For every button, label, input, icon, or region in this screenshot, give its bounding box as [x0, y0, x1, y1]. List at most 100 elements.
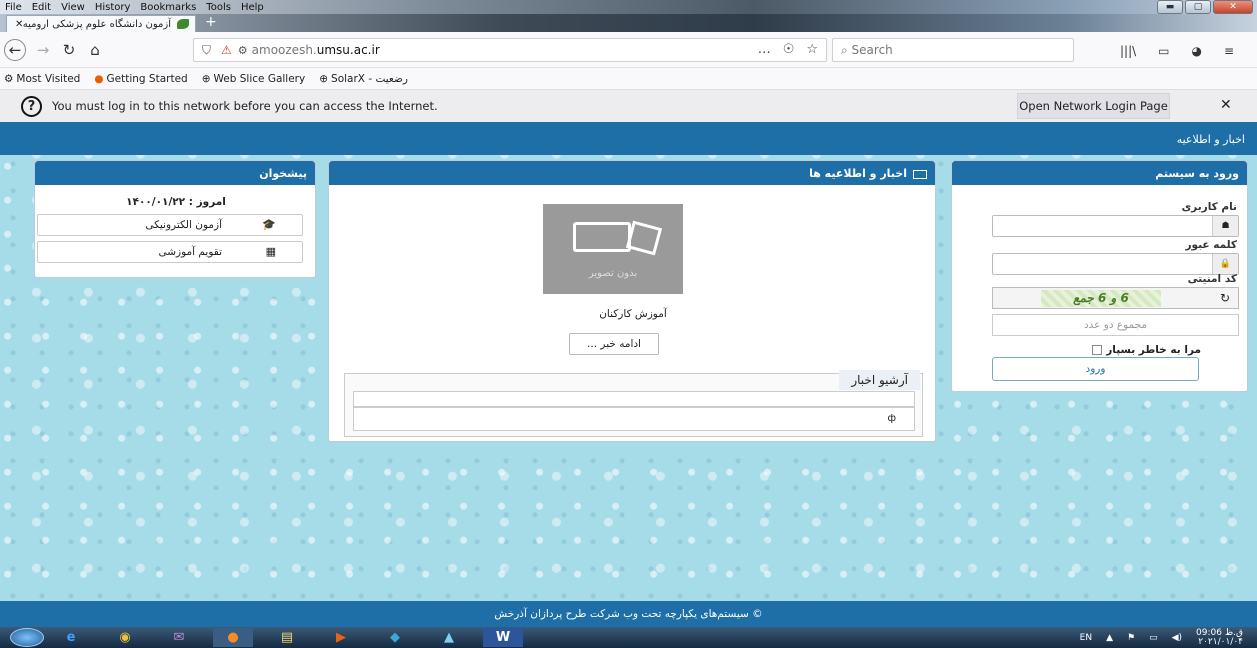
bookmark-star-icon[interactable]: ☆	[806, 42, 818, 57]
bookmarks-bar: ⚙ Most Visited ● Getting Started ⊕ Web Slic…	[0, 68, 1257, 90]
archive-row[interactable]: ф	[353, 407, 915, 431]
account-icon[interactable]: ◕	[1192, 44, 1202, 58]
url-text[interactable]: amoozesh.umsu.ac.ir	[252, 43, 380, 57]
close-window-button[interactable]: ✕	[1213, 0, 1253, 14]
toolbar-icons: |||\ ▭ ◕ ≡	[1120, 44, 1234, 58]
username-field[interactable]: ☗	[992, 215, 1239, 237]
checkbox-icon[interactable]	[1092, 345, 1103, 355]
show-hidden-icons-icon[interactable]: ▲	[1106, 633, 1113, 643]
window-controls: ▬ ▢ ✕	[1157, 0, 1253, 14]
notice-text: You must log in to this network before y…	[52, 99, 438, 113]
photos-icon[interactable]: ▲	[429, 628, 469, 647]
media-player-icon[interactable]: ▶	[321, 628, 361, 647]
clock-date: ۲۰۲۱/۰۱/۰۴	[1198, 637, 1243, 647]
username-label: نام کاربری	[1181, 201, 1237, 213]
start-button[interactable]	[10, 628, 44, 647]
menu-tools[interactable]: Tools	[201, 2, 236, 13]
hamburger-menu-icon[interactable]: ≡	[1224, 44, 1234, 58]
bookmark-getting-started[interactable]: ● Getting Started	[94, 73, 187, 85]
minimize-button[interactable]: ▬	[1157, 0, 1183, 14]
menu-help[interactable]: Help	[236, 2, 269, 13]
reload-button[interactable]: ↻	[58, 40, 80, 60]
tab-title: آزمون دانشگاه علوم پزشکی ارومیه	[22, 18, 171, 30]
bookmark-web-slice[interactable]: ⊕ Web Slice Gallery	[202, 73, 306, 85]
electronic-exam-label: آزمون الکترونیکی	[145, 219, 222, 231]
word-icon[interactable]: W	[483, 628, 523, 647]
academic-calendar-label: تقویم آموزشی	[158, 246, 223, 258]
news-panel: اخبار و اطلاعیه ها بدون تصویر آموزش کارک…	[328, 160, 936, 442]
remember-me-checkbox[interactable]: مرا به خاطر بسپار	[1092, 344, 1201, 356]
nav-news-link[interactable]: اخبار و اطلاعیه	[1177, 133, 1245, 146]
camera-icon	[573, 222, 631, 252]
url-actions: … ☉ ☆	[758, 42, 818, 57]
archive-header-row	[353, 391, 915, 407]
news-archive: آرشیو اخبار ф	[344, 370, 923, 437]
firefox-icon: ●	[94, 72, 104, 85]
globe-icon: ⊕	[201, 72, 211, 85]
favicon-icon	[177, 19, 189, 29]
bookmark-solarx[interactable]: ⊕ SolarX - رضعیت	[319, 73, 408, 85]
ie-icon[interactable]: e	[51, 628, 91, 647]
tab-close-icon[interactable]: ✕	[15, 19, 23, 30]
refresh-icon[interactable]: ↻	[1220, 291, 1230, 305]
browser-tab[interactable]: آزمون دانشگاه علوم پزشکی ارومیه ✕	[6, 15, 196, 32]
language-indicator[interactable]: EN	[1080, 633, 1092, 643]
network-icon[interactable]: ▭	[1149, 633, 1158, 643]
search-input[interactable]: ⌕ Search	[832, 38, 1074, 62]
page-actions-icon[interactable]: …	[758, 42, 771, 57]
mail-icon[interactable]: ✉	[159, 628, 199, 647]
maximize-button[interactable]: ▢	[1185, 0, 1211, 14]
captcha-answer-input[interactable]: مجموع دو عدد	[992, 314, 1239, 336]
password-label: کلمه عبور	[1185, 239, 1237, 251]
edge-icon[interactable]: ◆	[375, 628, 415, 647]
firefox-icon[interactable]: ●	[213, 628, 253, 647]
gear-icon: ⚙	[4, 72, 14, 85]
photo-icon	[625, 220, 663, 256]
lock-icon: 🔒	[1212, 254, 1238, 274]
no-image-label: بدون تصویر	[588, 268, 638, 279]
system-tray: EN ▲ ⚑ ▭ ◀) 09:06 ق.ظ ۲۰۲۱/۰۱/۰۴	[1080, 629, 1243, 647]
archive-item: ф	[887, 413, 896, 424]
permissions-icon[interactable]: ⚙	[238, 44, 248, 57]
forward-button[interactable]: →	[32, 40, 54, 60]
library-icon[interactable]: |||\	[1120, 44, 1136, 58]
calendar-icon: ▦	[265, 245, 276, 258]
back-button[interactable]: ←	[4, 39, 26, 61]
url-bar[interactable]: ⛉ ⚠ ⚙ amoozesh.umsu.ac.ir … ☉ ☆	[193, 38, 827, 62]
archive-title: آرشیو اخبار	[839, 370, 920, 390]
read-more-button[interactable]: ادامه خبر ...	[569, 333, 659, 355]
bookmark-most-visited[interactable]: ⚙ Most Visited	[4, 73, 80, 85]
news-item-title[interactable]: آموزش کارکنان	[329, 308, 937, 320]
menu-view[interactable]: View	[56, 2, 90, 13]
password-field[interactable]: 🔒	[992, 253, 1239, 275]
menu-bookmarks[interactable]: Bookmarks	[135, 2, 201, 13]
chrome-icon[interactable]: ◉	[105, 628, 145, 647]
login-panel: ورود به سیستم نام کاربری ☗ کلمه عبور 🔒 ک…	[951, 160, 1248, 392]
login-panel-title: ورود به سیستم	[952, 161, 1247, 185]
flag-icon[interactable]: ⚑	[1127, 633, 1135, 643]
volume-icon[interactable]: ◀)	[1172, 633, 1182, 643]
electronic-exam-button[interactable]: 🎓 آزمون الکترونیکی	[37, 214, 303, 236]
open-login-page-button[interactable]: Open Network Login Page	[1017, 93, 1170, 119]
login-button[interactable]: ورود	[992, 357, 1199, 381]
menu-edit[interactable]: Edit	[27, 2, 56, 13]
remember-me-label: مرا به خاطر بسپار	[1106, 344, 1201, 356]
close-icon[interactable]: ✕	[1220, 97, 1232, 113]
menu-file[interactable]: File	[0, 2, 27, 13]
menu-history[interactable]: History	[90, 2, 136, 13]
sidebar-icon[interactable]: ▭	[1158, 44, 1169, 58]
page-footer: © سیستم‌های یکپارچه تحت وب شرکت طرح پردا…	[0, 601, 1257, 627]
home-button[interactable]: ⌂	[84, 40, 106, 60]
no-image-placeholder[interactable]: بدون تصویر	[543, 204, 683, 294]
new-tab-button[interactable]: +	[205, 15, 217, 29]
shield-icon[interactable]: ⛉	[202, 43, 211, 58]
nav-toolbar: ← → ↻ ⌂ ⛉ ⚠ ⚙ amoozesh.umsu.ac.ir … ☉ ☆ …	[0, 32, 1257, 68]
insecure-lock-icon[interactable]: ⚠	[221, 43, 232, 57]
counter-panel: پیشخوان امروز : ۱۴۰۰/۰۱/۲۲ 🎓 آزمون الکتر…	[34, 160, 316, 278]
top-nav: اخبار و اطلاعیه	[0, 122, 1257, 155]
academic-calendar-button[interactable]: ▦ تقویم آموزشی	[37, 241, 303, 263]
explorer-icon[interactable]: ▤	[267, 628, 307, 647]
tab-bar: آزمون دانشگاه علوم پزشکی ارومیه ✕ +	[0, 14, 1257, 32]
pocket-icon[interactable]: ☉	[783, 42, 795, 57]
clock[interactable]: 09:06 ق.ظ ۲۰۲۱/۰۱/۰۴	[1196, 629, 1243, 647]
